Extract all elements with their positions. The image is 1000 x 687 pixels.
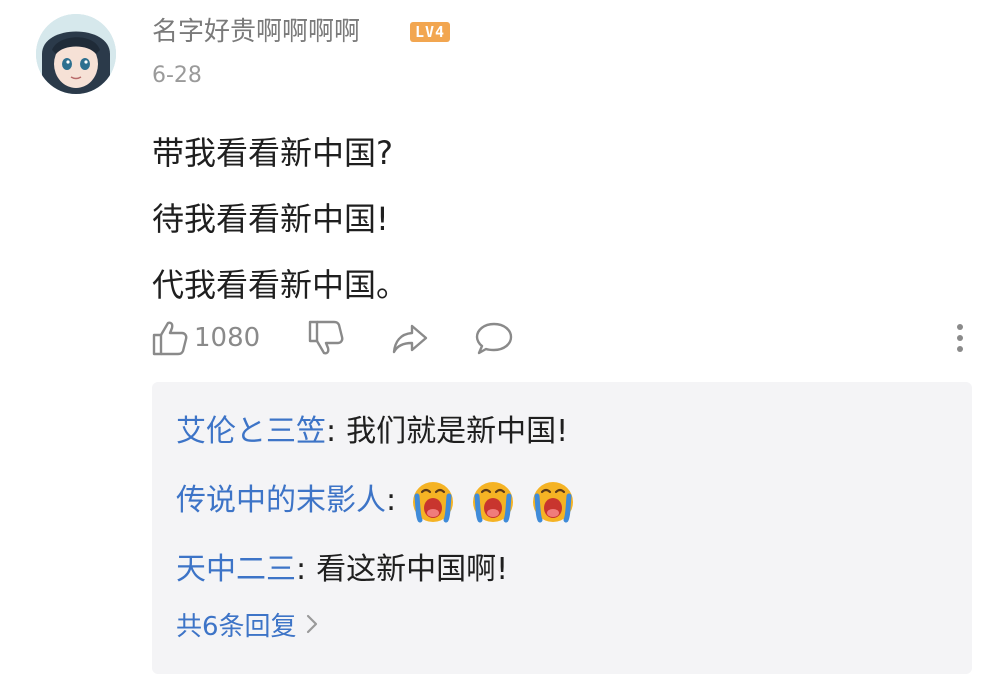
- share-icon: [390, 318, 430, 358]
- level-badge: LV4: [410, 22, 451, 42]
- comment-date: 6-28: [152, 63, 202, 88]
- action-bar: 1080: [150, 316, 980, 360]
- reply-author[interactable]: 天中二三: [176, 550, 296, 590]
- reply-colon: :: [386, 483, 397, 518]
- reply-colon: :: [296, 552, 307, 587]
- crying-emoji-icon: [530, 478, 576, 524]
- replies-panel: 艾伦と三笠 : 我们就是新中国! 传说中的末影人 : 天中二三: 看这新中国啊…: [152, 382, 972, 674]
- chevron-right-icon: [305, 610, 319, 644]
- share-button[interactable]: [390, 316, 430, 360]
- reply-text: 我们就是新中国!: [346, 414, 569, 449]
- reply-colon: :: [326, 414, 337, 449]
- like-count: 1080: [194, 323, 261, 353]
- avatar[interactable]: [36, 14, 116, 94]
- thumbs-up-icon: [150, 318, 190, 358]
- avatar-image: [36, 14, 116, 94]
- crying-emoji-icon: [470, 478, 516, 524]
- dislike-button[interactable]: [306, 316, 346, 360]
- more-options-button[interactable]: [950, 316, 970, 360]
- reply-author[interactable]: 艾伦と三笠: [176, 412, 326, 452]
- reply-item[interactable]: 艾伦と三笠 : 我们就是新中国!: [176, 412, 568, 452]
- comment-line: 带我看看新中国?: [152, 134, 393, 172]
- more-replies-label: 共6条回复: [176, 612, 297, 642]
- crying-emoji-icon: [410, 478, 456, 524]
- comment-line: 待我看看新中国!: [152, 200, 389, 238]
- view-all-replies-link[interactable]: 共6条回复: [176, 610, 319, 644]
- reply-item[interactable]: 传说中的末影人 :: [176, 478, 590, 524]
- comment-icon: [474, 318, 514, 358]
- reply-item[interactable]: 天中二三 : 看这新中国啊!: [176, 550, 508, 590]
- comment-content: 带我看看新中国? 待我看看新中国! 代我看看新中国。: [152, 120, 932, 318]
- comment-line: 代我看看新中国。: [152, 266, 409, 304]
- more-vertical-icon: [950, 318, 970, 358]
- reply-author[interactable]: 传说中的末影人: [176, 481, 386, 521]
- like-button[interactable]: 1080: [150, 316, 260, 360]
- comment-button[interactable]: [474, 316, 514, 360]
- reply-text: 看这新中国啊!: [316, 552, 509, 587]
- thumbs-down-icon: [306, 318, 346, 358]
- username[interactable]: 名字好贵啊啊啊啊: [152, 16, 360, 48]
